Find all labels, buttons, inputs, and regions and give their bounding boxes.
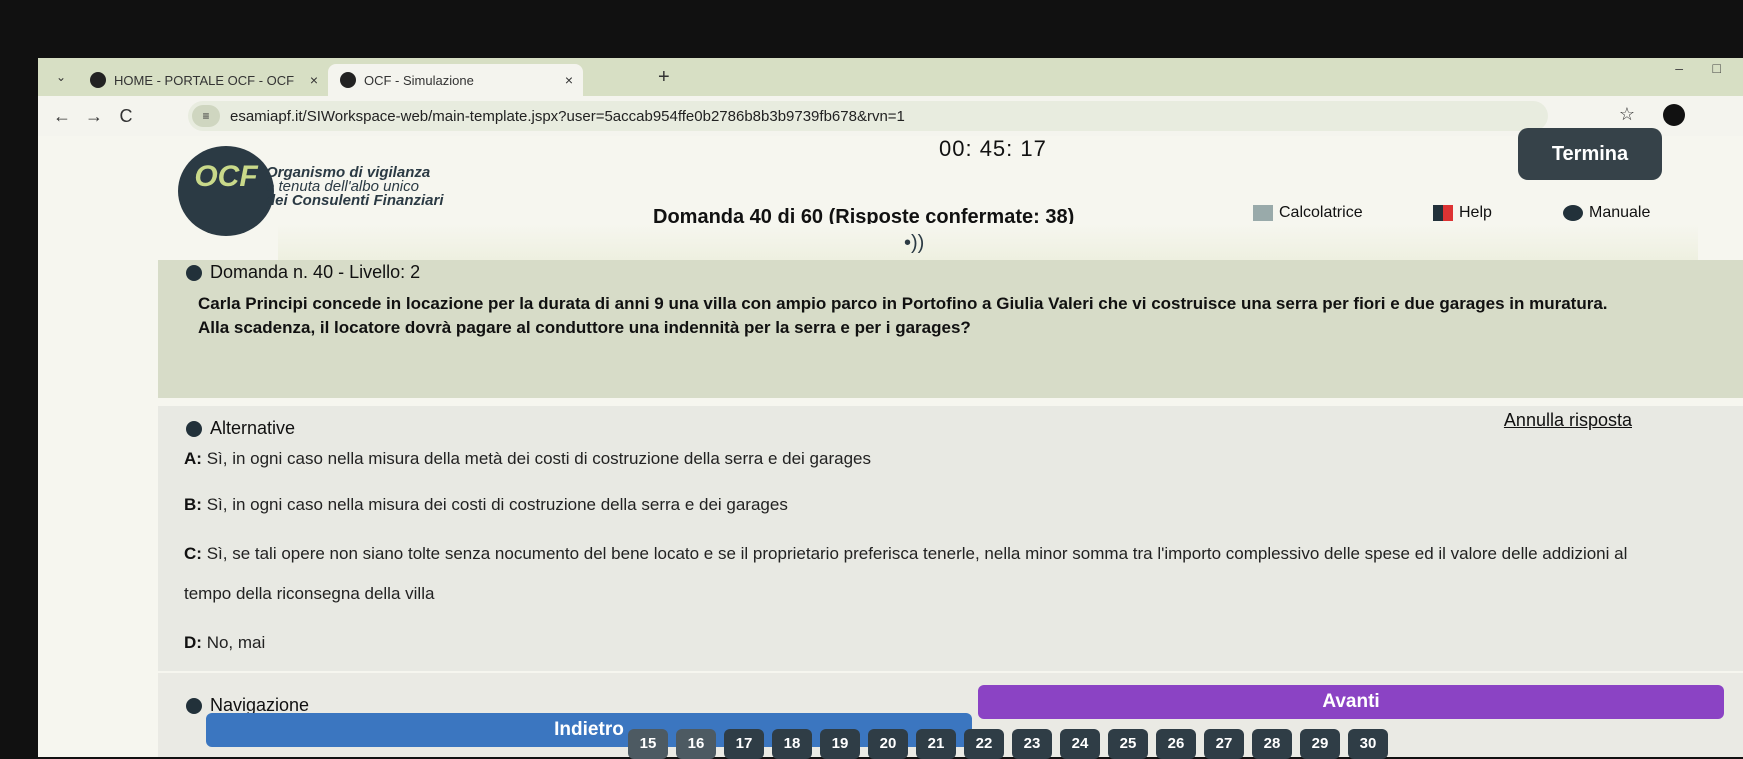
audio-icon[interactable]: •)): [904, 232, 924, 255]
section-bullet-icon: [186, 420, 202, 437]
option-text: Sì, se tali opere non siano tolte senza …: [184, 544, 1628, 603]
manuale-link[interactable]: Manuale: [1563, 204, 1650, 222]
profile-avatar[interactable]: [1663, 104, 1685, 126]
exam-timer: 00: 45: 17: [939, 136, 1047, 161]
page-button[interactable]: 18: [772, 729, 812, 759]
navigation-section: Navigazione Indietro Avanti 15 16 17 18 …: [158, 673, 1743, 759]
option-c[interactable]: C: Sì, se tali opere non siano tolte sen…: [184, 534, 1664, 614]
reload-button[interactable]: C: [110, 106, 142, 127]
close-tab-icon[interactable]: ×: [565, 72, 573, 88]
globe-icon: [340, 72, 356, 88]
globe-icon: [90, 72, 106, 88]
tab-title: OCF - Simulazione: [364, 72, 474, 88]
exam-header: OCF Organismo di vigilanza e tenuta dell…: [38, 128, 1743, 261]
option-letter: B:: [184, 495, 202, 514]
address-bar: ← → C ≡ esamiapf.it/SIWorkspace-web/main…: [38, 96, 1743, 136]
question-pager: 15 16 17 18 19 20 21 22 23 24 25 26 27 2…: [628, 729, 1388, 759]
tab-bar: ⌄ HOME - PORTALE OCF - OCF × OCF - Simul…: [38, 58, 1743, 96]
alternatives-section: Alternative Annulla risposta A: Sì, in o…: [158, 406, 1743, 671]
termina-button[interactable]: Termina: [1518, 128, 1662, 180]
org-name: Organismo di vigilanza e tenuta dell'alb…: [266, 165, 444, 209]
page-button[interactable]: 26: [1156, 729, 1196, 759]
tab-home-portale[interactable]: HOME - PORTALE OCF - OCF ×: [78, 64, 328, 96]
section-bullet-icon: [186, 697, 202, 714]
option-d[interactable]: D: No, mai: [184, 626, 1664, 660]
option-text: No, mai: [206, 633, 266, 652]
calcolatrice-label: Calcolatrice: [1279, 204, 1363, 221]
maximize-button[interactable]: □: [1713, 60, 1721, 76]
question-title: Domanda n. 40 - Livello: 2: [186, 262, 420, 283]
alternatives-title-text: Alternative: [210, 418, 296, 438]
page-button[interactable]: 29: [1300, 729, 1340, 759]
question-text: Carla Principi concede in locazione per …: [198, 294, 1608, 337]
option-text: Sì, in ogni caso nella misura dei costi …: [206, 495, 788, 514]
option-letter: A:: [184, 449, 202, 468]
help-link[interactable]: Help: [1433, 204, 1492, 222]
tab-ocf-simulazione[interactable]: OCF - Simulazione ×: [328, 64, 583, 96]
minimize-button[interactable]: –: [1675, 60, 1683, 76]
exam-page: OCF Organismo di vigilanza e tenuta dell…: [38, 128, 1743, 759]
manual-book-icon: [1563, 205, 1583, 221]
manuale-label: Manuale: [1589, 204, 1651, 221]
page-button[interactable]: 25: [1108, 729, 1148, 759]
annulla-risposta-link[interactable]: Annulla risposta: [1504, 410, 1632, 431]
forward-button[interactable]: →: [78, 106, 110, 127]
ocf-logo: OCF: [178, 146, 274, 236]
option-b[interactable]: B: Sì, in ogni caso nella misura dei cos…: [184, 488, 1664, 522]
page-button[interactable]: 19: [820, 729, 860, 759]
calcolatrice-link[interactable]: Calcolatrice: [1253, 204, 1363, 222]
page-button[interactable]: 15: [628, 729, 668, 759]
page-button[interactable]: 27: [1204, 729, 1244, 759]
option-text: Sì, in ogni caso nella misura della metà…: [206, 449, 871, 468]
back-button[interactable]: ←: [46, 106, 78, 127]
page-button[interactable]: 21: [916, 729, 956, 759]
page-button[interactable]: 16: [676, 729, 716, 759]
option-letter: C:: [184, 544, 202, 563]
browser-window: ⌄ HOME - PORTALE OCF - OCF × OCF - Simul…: [38, 58, 1743, 759]
url-text[interactable]: esamiapf.it/SIWorkspace-web/main-templat…: [230, 108, 905, 125]
page-button[interactable]: 17: [724, 729, 764, 759]
calculator-icon: [1253, 205, 1273, 221]
tab-search-dropdown[interactable]: ⌄: [56, 70, 66, 84]
org-line-3: dei Consulenti Finanziari: [266, 192, 444, 209]
question-section: Domanda n. 40 - Livello: 2 Carla Princip…: [158, 260, 1743, 398]
question-title-text: Domanda n. 40 - Livello: 2: [210, 262, 421, 282]
tab-title: HOME - PORTALE OCF - OCF: [114, 72, 295, 88]
page-button[interactable]: 24: [1060, 729, 1100, 759]
page-button[interactable]: 22: [964, 729, 1004, 759]
help-label: Help: [1459, 204, 1492, 221]
option-letter: D:: [184, 633, 202, 652]
page-button[interactable]: 23: [1012, 729, 1052, 759]
page-button[interactable]: 20: [868, 729, 908, 759]
section-bullet-icon: [186, 264, 202, 281]
close-tab-icon[interactable]: ×: [310, 72, 318, 88]
url-field[interactable]: ≡ esamiapf.it/SIWorkspace-web/main-templ…: [188, 101, 1548, 131]
help-book-icon: [1433, 205, 1453, 221]
site-info-icon[interactable]: ≡: [192, 105, 220, 127]
header-decoration: [278, 224, 1698, 260]
option-a[interactable]: A: Sì, in ogni caso nella misura della m…: [184, 442, 1664, 476]
page-button[interactable]: 28: [1252, 729, 1292, 759]
avanti-button[interactable]: Avanti: [978, 685, 1724, 719]
alternatives-title: Alternative: [186, 418, 295, 439]
new-tab-button[interactable]: +: [658, 66, 670, 89]
page-button[interactable]: 30: [1348, 729, 1388, 759]
bookmark-star-icon[interactable]: ☆: [1619, 104, 1635, 125]
